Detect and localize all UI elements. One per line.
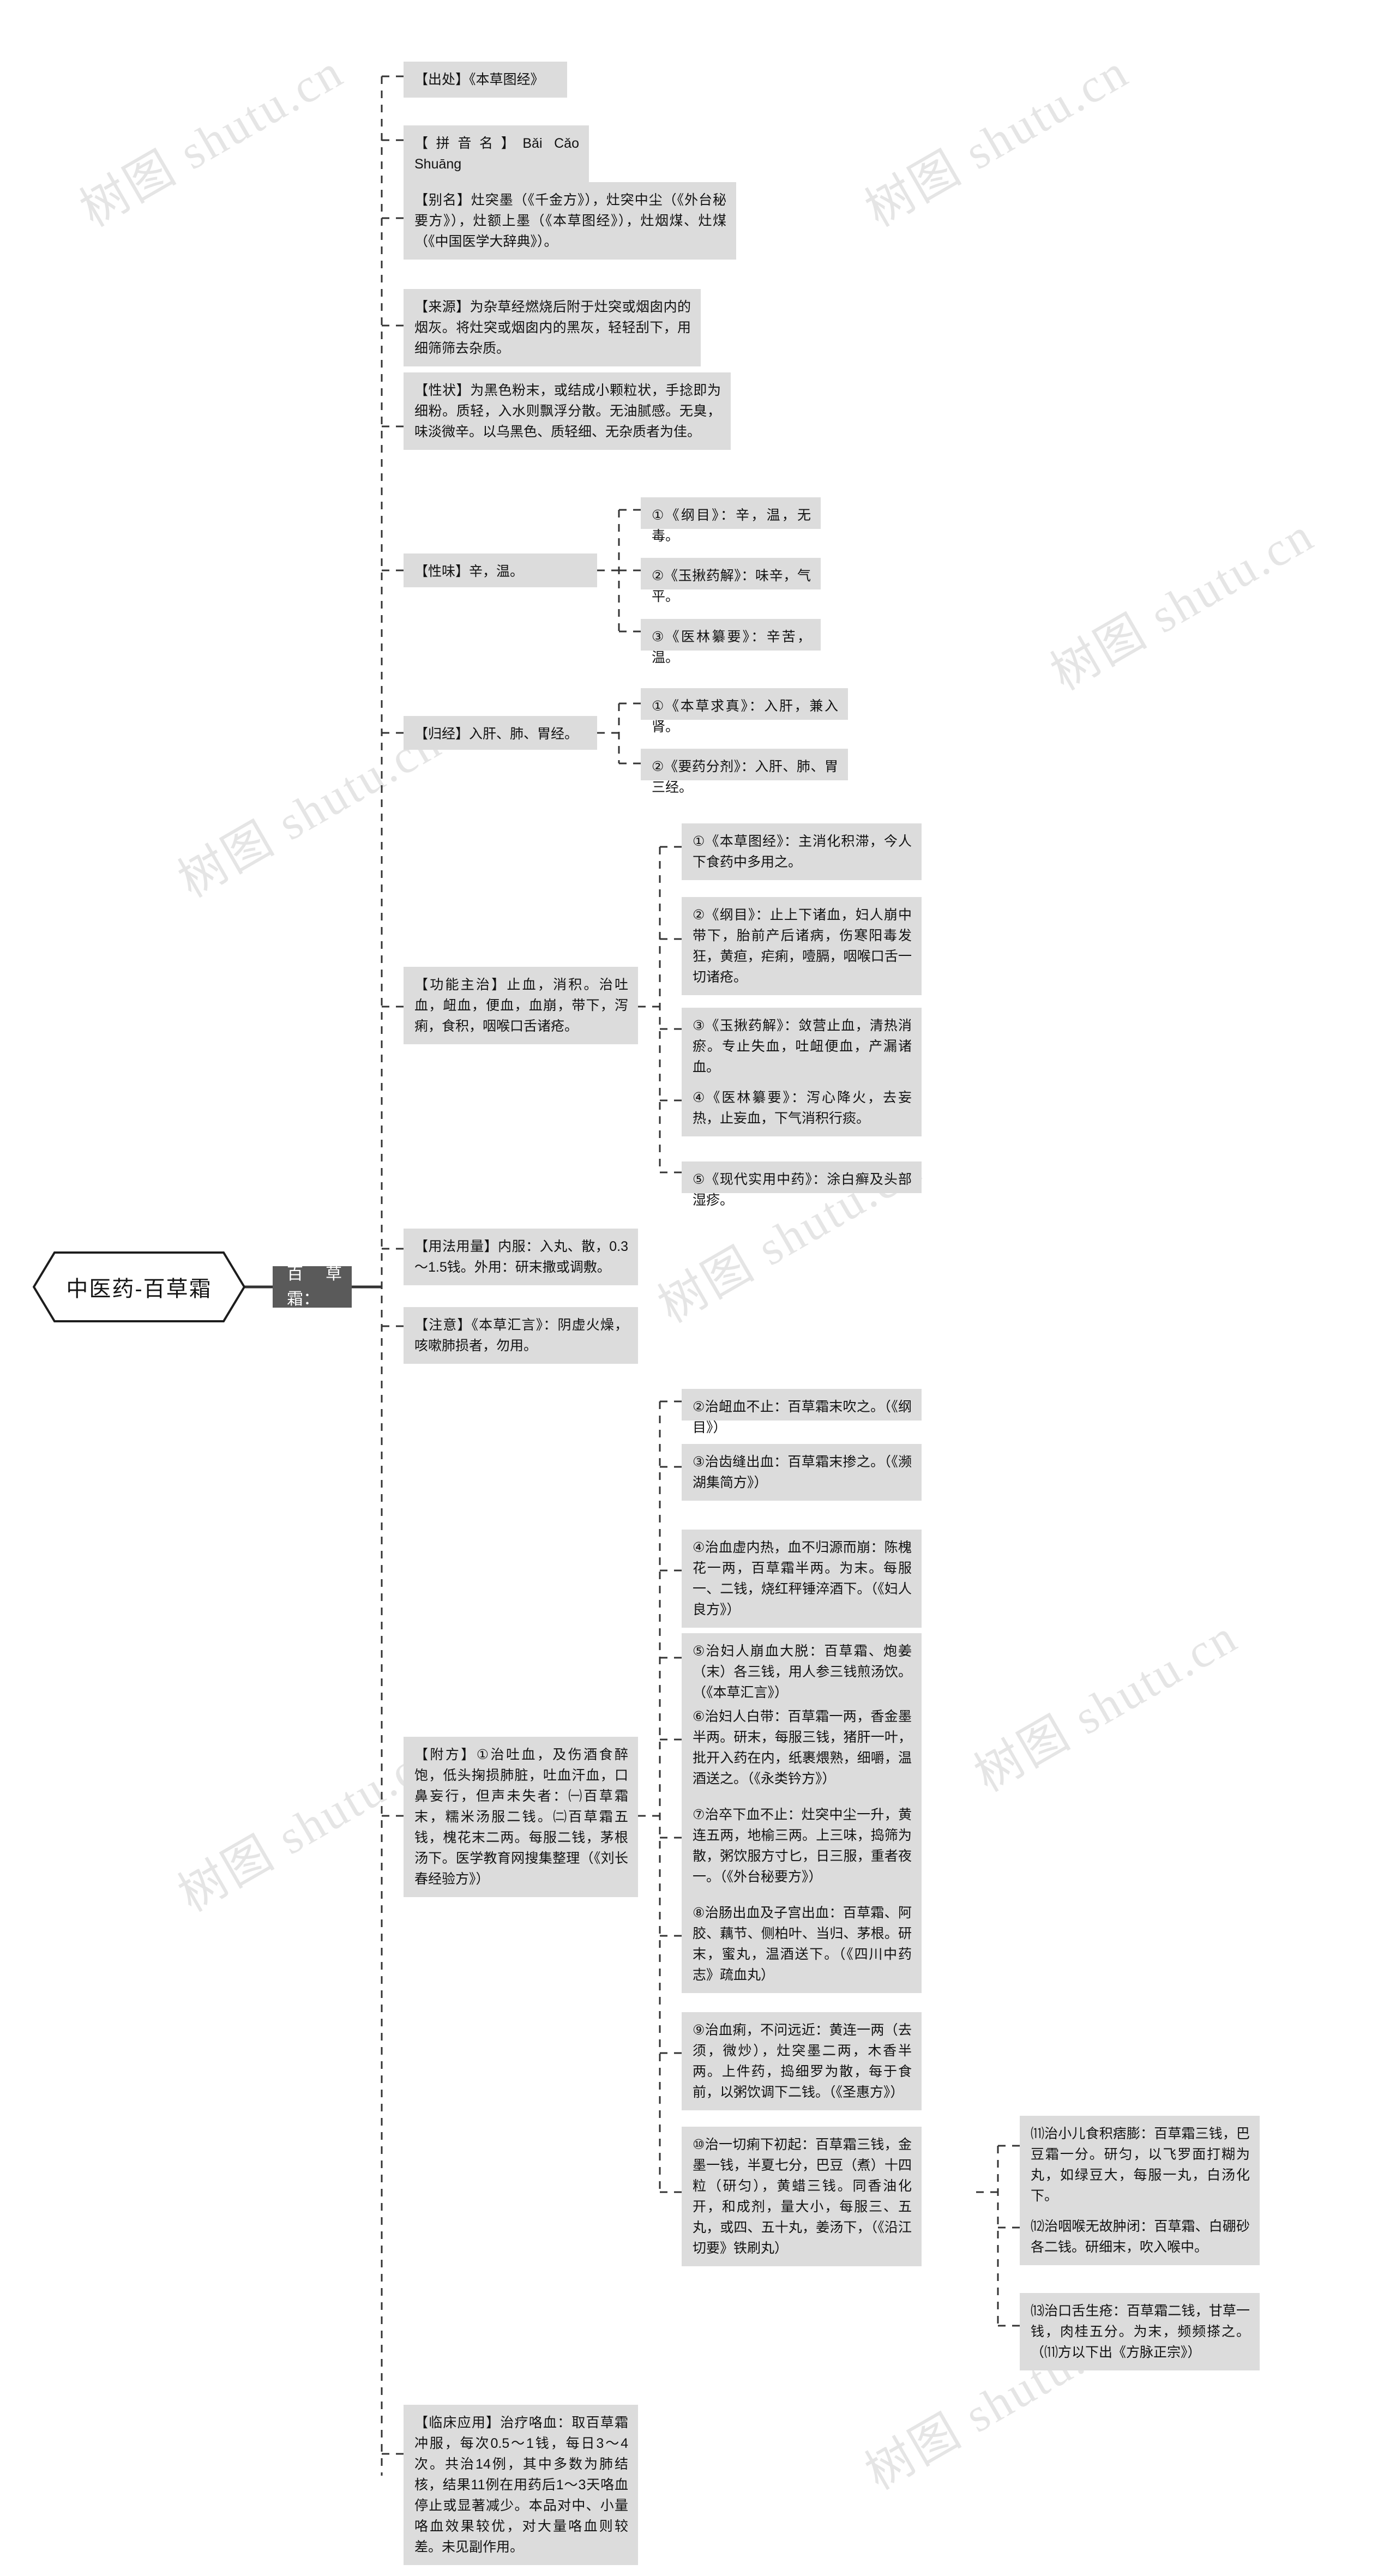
node-fufang-sub-8[interactable]: ⑧治肠出血及子宫出血：百草霜、阿胶、藕节、侧柏叶、当归、茅根。研末，蜜丸，温酒送…	[682, 1895, 922, 1993]
node-xingwei[interactable]: 【性味】辛，温。	[404, 553, 597, 587]
node-gongneng-sub-1[interactable]: ①《本草图经》：主消化积滞，今人下食药中多用之。	[682, 823, 922, 880]
node-bieming[interactable]: 【别名】灶突墨（《千金方》），灶突中尘（《外台秘要方》），灶额上墨（《本草图经》…	[404, 182, 736, 260]
node-gongneng[interactable]: 【功能主治】止血，消积。治吐血，衄血，便血，血崩，带下，泻痢，食积，咽喉口舌诸疮…	[404, 967, 638, 1044]
node-laiyuan[interactable]: 【来源】为杂草经燃烧后附于灶突或烟囱内的烟灰。将灶突或烟囱内的黑灰，轻轻刮下，用…	[404, 289, 701, 366]
node-xingwei-sub-1[interactable]: ①《纲目》：辛，温，无毒。	[641, 497, 821, 544]
node-zhuyi[interactable]: 【注意】《本草汇言》：阴虚火燥，咳嗽肺损者，勿用。	[404, 1307, 638, 1364]
mindmap-canvas: 中医药-百草霜 百草霜： 【出处】《本草图经》 【拼音名】Bǎi Cǎo Shu…	[0, 0, 1396, 2576]
node-fufang-sub-7[interactable]: ⑦治卒下血不止：灶突中尘一升，黄连五两，地榆三两。上三味，捣筛为散，粥饮服方寸匕…	[682, 1797, 922, 1895]
node-gongneng-sub-2[interactable]: ②《纲目》：止上下诸血，妇人崩中带下，胎前产后诸病，伤寒阳毒发狂，黄疸，疟痢，噎…	[682, 897, 922, 995]
node-fufang[interactable]: 【附方】①治吐血，及伤酒食醉饱，低头掬损肺脏，吐血汗血，口鼻妄行，但声未失者：㈠…	[404, 1737, 638, 1897]
node-fufang-sub-2[interactable]: ②治衄血不止：百草霜末吹之。（《纲目》）	[682, 1389, 922, 1435]
node-fufang-sub-3[interactable]: ③治齿缝出血：百草霜末掺之。（《濒湖集简方》）	[682, 1444, 922, 1501]
node-gongneng-sub-4[interactable]: ④《医林纂要》：泻心降火，去妄热，止妄血，下气消积行痰。	[682, 1080, 922, 1136]
node-pinyin[interactable]: 【拼音名】Bǎi Cǎo Shuāng	[404, 125, 589, 182]
node-fufang-sub-10[interactable]: ⑩治一切痢下初起：百草霜三钱，金墨一钱，半夏七分，巴豆（煮）十四粒（研匀），黄蜡…	[682, 2127, 922, 2266]
node-chuchu[interactable]: 【出处】《本草图经》	[404, 62, 567, 98]
node-guijing-sub-1[interactable]: ①《本草求真》：入肝，兼入肾。	[641, 688, 848, 735]
node-fufang-sub-13[interactable]: ⒀治口舌生疮：百草霜二钱，甘草一钱，肉桂五分。为末，频频搽之。（⑾方以下出《方脉…	[1020, 2293, 1260, 2370]
level1-node-baicaoshuang[interactable]: 百草霜：	[273, 1265, 352, 1308]
node-fufang-sub-11[interactable]: ⑾治小儿食积痞膨：百草霜三钱，巴豆霜一分。研匀，以飞罗面打糊为丸，如绿豆大，每服…	[1020, 2116, 1260, 2214]
node-linchuang[interactable]: 【临床应用】治疗咯血：取百草霜冲服，每次0.5～1钱，每日3～4次。共治14例，…	[404, 2405, 638, 2565]
node-xingwei-sub-2[interactable]: ②《玉揪药解》：味辛，气平。	[641, 558, 821, 604]
node-guijing-sub-2[interactable]: ②《要药分剂》：入肝、肺、胃三经。	[641, 749, 848, 795]
root-node[interactable]: 中医药-百草霜	[33, 1251, 245, 1322]
level1-label: 百草霜：	[287, 1265, 342, 1308]
node-guijing[interactable]: 【归经】入肝、肺、胃经。	[404, 716, 597, 750]
node-gongneng-sub-3[interactable]: ③《玉揪药解》：敛营止血，清热消瘀。专止失血，吐衄便血，产漏诸血。	[682, 1008, 922, 1085]
root-label: 中医药-百草霜	[66, 1277, 212, 1301]
node-fufang-sub-12[interactable]: ⑿治咽喉无故肿闭：百草霜、白硼砂各二钱。研细末，吹入喉中。	[1020, 2208, 1260, 2265]
node-fufang-sub-4[interactable]: ④治血虚内热，血不归源而崩：陈槐花一两，百草霜半两。为末。每服一、二钱，烧红秤锤…	[682, 1530, 922, 1628]
node-xingzhuang[interactable]: 【性状】为黑色粉末，或结成小颗粒状，手捻即为细粉。质轻，入水则飘浮分散。无油腻感…	[404, 372, 731, 450]
node-fufang-sub-9[interactable]: ⑨治血痢，不问远近：黄连一两（去须，微炒），灶突墨二两，木香半两。上件药，捣细罗…	[682, 2012, 922, 2110]
node-yongfa[interactable]: 【用法用量】内服：入丸、散，0.3～1.5钱。外用：研末撒或调敷。	[404, 1229, 638, 1285]
node-xingwei-sub-3[interactable]: ③《医林纂要》：辛苦，温。	[641, 619, 821, 665]
node-gongneng-sub-5[interactable]: ⑤《现代实用中药》：涂白癣及头部湿疹。	[682, 1161, 922, 1208]
node-fufang-sub-6[interactable]: ⑥治妇人白带：百草霜一两，香金墨半两。研末，每服三钱，猪肝一叶，批开入药在内，纸…	[682, 1699, 922, 1797]
